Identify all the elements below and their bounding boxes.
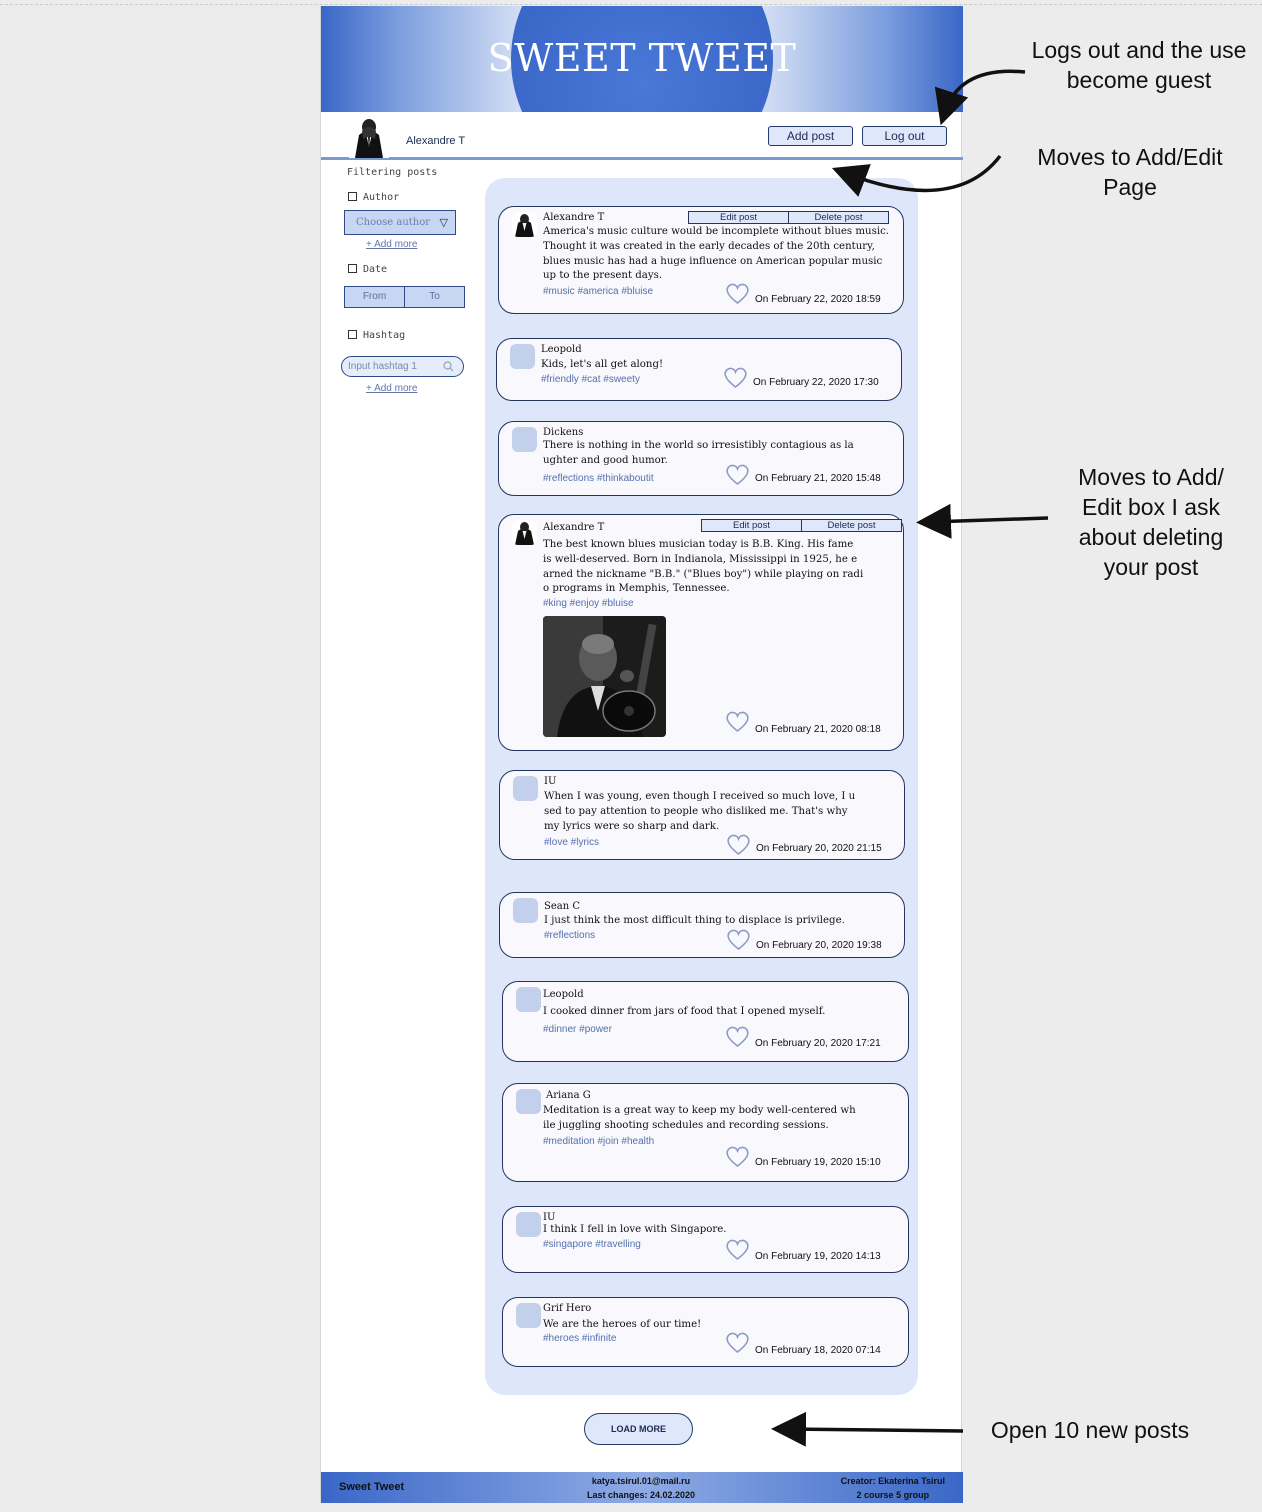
arrow-edit-box xyxy=(916,503,1049,539)
annotation-arrows xyxy=(771,69,1049,1447)
arrow-logout xyxy=(934,69,1026,126)
arrow-load-more xyxy=(771,1411,964,1447)
arrow-add-post xyxy=(831,154,1002,197)
